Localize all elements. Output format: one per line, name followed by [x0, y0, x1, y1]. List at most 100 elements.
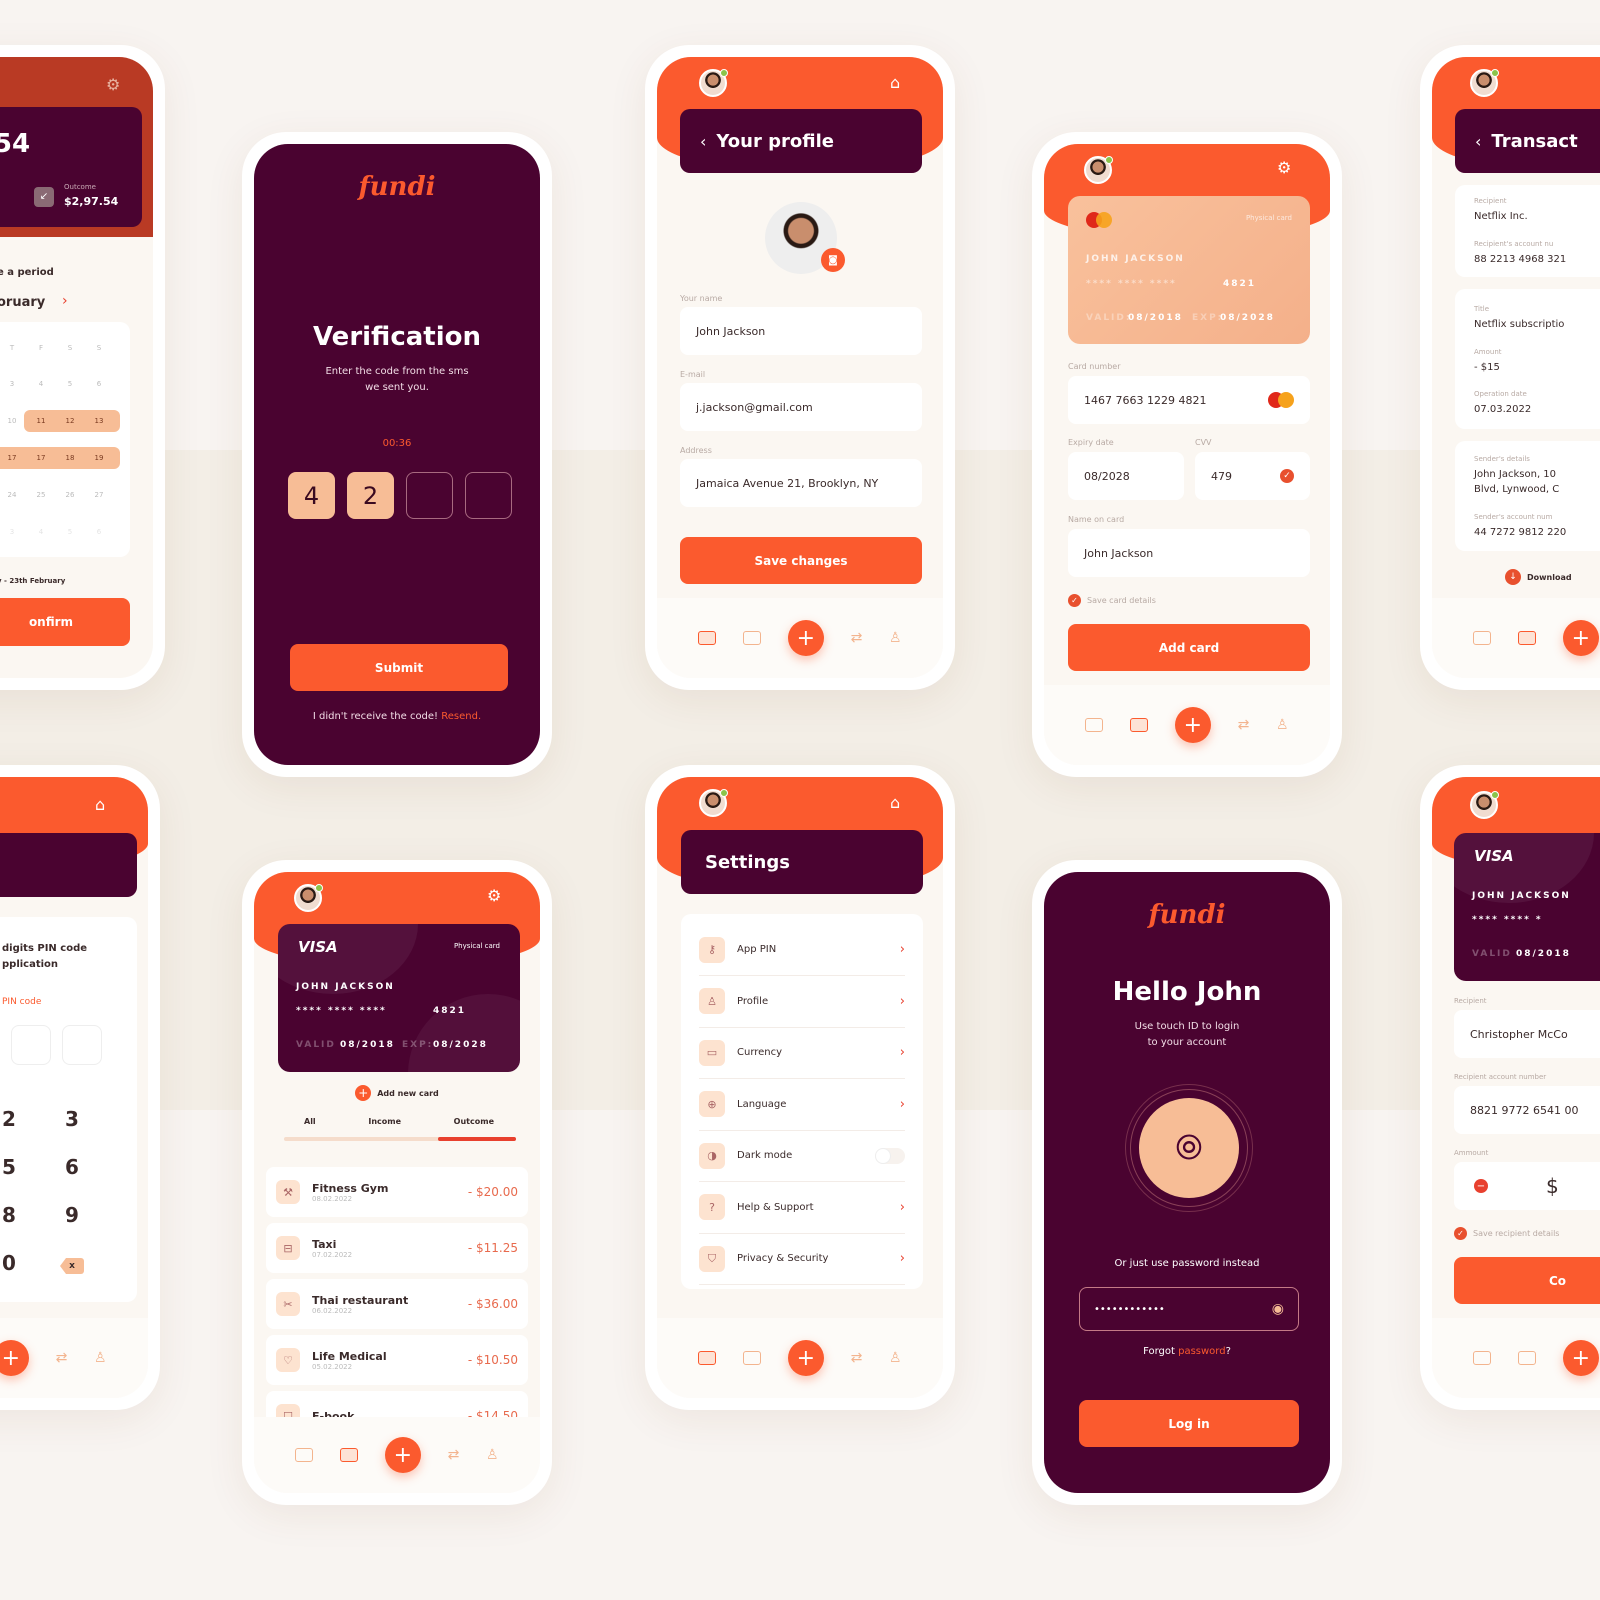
calendar-day[interactable]: 19	[85, 454, 113, 462]
add-button[interactable]: +	[1174, 707, 1211, 743]
avatar[interactable]	[699, 69, 728, 97]
calendar-day[interactable]: 11	[27, 417, 55, 425]
password-input[interactable]: •••••••••••• ◉	[1079, 1287, 1299, 1331]
confirm-button[interactable]: onfirm	[0, 598, 130, 646]
add-button[interactable]: +	[384, 1437, 421, 1473]
home-icon[interactable]: ⌂	[95, 797, 105, 813]
card-icon[interactable]	[743, 631, 762, 645]
back-chevron-icon[interactable]: ‹	[700, 132, 706, 151]
tab-all[interactable]: All	[304, 1117, 316, 1126]
key-5[interactable]: 5	[2, 1155, 16, 1179]
card-icon[interactable]	[1518, 631, 1537, 645]
transfer-icon[interactable]: ⇄	[851, 1350, 863, 1366]
key-6[interactable]: 6	[65, 1155, 79, 1179]
transfer-icon[interactable]: ⇄	[448, 1447, 460, 1463]
download-button[interactable]: ↓ Download	[1505, 569, 1572, 585]
add-new-card-button[interactable]: + Add new card	[254, 1085, 540, 1101]
key-9[interactable]: 9	[65, 1203, 79, 1227]
wallet-icon[interactable]	[1085, 718, 1104, 732]
resend-link[interactable]: Resend.	[441, 711, 481, 722]
calendar-day[interactable]: 17	[0, 454, 26, 462]
visa-card[interactable]: VISA Physical card JOHN JACKSON **** ***…	[278, 924, 520, 1072]
dark-mode-toggle[interactable]	[875, 1147, 905, 1164]
decrease-icon[interactable]: −	[1474, 1179, 1488, 1193]
cvv-input[interactable]: 479 ✓	[1195, 452, 1310, 500]
save-changes-button[interactable]: Save changes	[680, 537, 922, 584]
amount-input[interactable]: − $	[1454, 1162, 1600, 1210]
calendar-day[interactable]: 13	[85, 417, 113, 425]
fingerprint-button[interactable]: ⦾	[1125, 1084, 1253, 1212]
transaction-row[interactable]: ✂ Thai restaurant 06.02.2022- $36.00	[266, 1279, 528, 1329]
avatar[interactable]	[1470, 791, 1499, 819]
eye-icon[interactable]: ◉	[1272, 1301, 1284, 1317]
code-digit-2[interactable]: 2	[347, 472, 394, 519]
calendar-day[interactable]: 5	[56, 528, 84, 536]
address-input[interactable]: Jamaica Avenue 21, Brooklyn, NY	[680, 459, 922, 507]
gear-icon[interactable]: ⚙	[487, 888, 501, 904]
card-icon[interactable]	[743, 1351, 762, 1365]
calendar-day[interactable]: 27	[85, 491, 113, 499]
code-digit-3[interactable]	[406, 472, 453, 519]
calendar-day[interactable]: 4	[27, 528, 55, 536]
key-2[interactable]: 2	[2, 1107, 16, 1131]
login-button[interactable]: Log in	[1079, 1400, 1299, 1447]
calendar-day[interactable]: 25	[27, 491, 55, 499]
user-icon[interactable]: ♙	[1276, 717, 1289, 733]
camera-icon[interactable]: ◙	[821, 248, 845, 272]
save-recipient-checkbox[interactable]: ✓ Save recipient details	[1454, 1227, 1559, 1240]
transfer-icon[interactable]: ⇄	[1238, 717, 1250, 733]
home-icon[interactable]: ⌂	[890, 795, 900, 811]
back-chevron-icon[interactable]: ‹	[1475, 132, 1481, 151]
add-card-button[interactable]: Add card	[1068, 624, 1310, 671]
avatar[interactable]	[294, 884, 323, 912]
calendar-day[interactable]: 24	[0, 491, 26, 499]
card-icon[interactable]	[1130, 718, 1149, 732]
key-3[interactable]: 3	[65, 1107, 79, 1131]
calendar-day[interactable]: 10	[0, 417, 26, 425]
settings-item[interactable]: ? Help & Support ›	[699, 1182, 905, 1234]
calendar-day[interactable]: 12	[56, 417, 84, 425]
key-0[interactable]: 0	[2, 1251, 16, 1275]
settings-item[interactable]: ⊕ Language ›	[699, 1079, 905, 1131]
next-month-chevron-icon[interactable]: ›	[62, 293, 68, 309]
wallet-icon[interactable]	[698, 631, 717, 645]
account-input[interactable]: 8821 9772 6541 00	[1454, 1086, 1600, 1134]
card-icon[interactable]	[1518, 1351, 1537, 1365]
submit-button[interactable]: Submit	[290, 644, 508, 691]
calendar-day[interactable]: 17	[27, 454, 55, 462]
calendar-day[interactable]: 6	[85, 380, 113, 388]
calendar-day[interactable]: 18	[56, 454, 84, 462]
pin-box-3[interactable]	[11, 1025, 51, 1065]
confirm-button[interactable]: Co	[1454, 1257, 1600, 1304]
save-card-checkbox[interactable]: ✓ Save card details	[1068, 594, 1156, 607]
add-button[interactable]: +	[1562, 620, 1599, 656]
user-icon[interactable]: ♙	[889, 630, 902, 646]
email-input[interactable]: j.jackson@gmail.com	[680, 383, 922, 431]
add-button[interactable]: +	[0, 1340, 29, 1376]
calendar-day[interactable]: 6	[85, 528, 113, 536]
name-on-card-input[interactable]: John Jackson	[1068, 529, 1310, 577]
wallet-icon[interactable]	[1473, 1351, 1492, 1365]
card-icon[interactable]	[340, 1448, 359, 1462]
forgot-password-link[interactable]: password	[1178, 1346, 1225, 1357]
expiry-input[interactable]: 08/2028	[1068, 452, 1184, 500]
key-8[interactable]: 8	[2, 1203, 16, 1227]
code-digit-4[interactable]	[465, 472, 512, 519]
wallet-icon[interactable]	[698, 1351, 717, 1365]
transaction-row[interactable]: ♡ Life Medical 05.02.2022- $10.50	[266, 1335, 528, 1385]
wallet-icon[interactable]	[295, 1448, 314, 1462]
card-number-input[interactable]: 1467 7663 1229 4821	[1068, 376, 1310, 424]
visa-card[interactable]: VISA JOHN JACKSON **** **** * VALID 08/2…	[1454, 833, 1600, 981]
gear-icon[interactable]: ⚙	[106, 77, 120, 93]
transfer-icon[interactable]: ⇄	[56, 1350, 68, 1366]
avatar[interactable]	[1470, 69, 1499, 97]
code-digit-1[interactable]: 4	[288, 472, 335, 519]
settings-item[interactable]: ⚷ App PIN ›	[699, 924, 905, 976]
tab-income[interactable]: Income	[368, 1117, 401, 1126]
add-button[interactable]: +	[787, 620, 824, 656]
settings-item[interactable]: ◑ Dark mode	[699, 1130, 905, 1182]
pin-box-4[interactable]	[62, 1025, 102, 1065]
name-input[interactable]: John Jackson	[680, 307, 922, 355]
add-button[interactable]: +	[787, 1340, 824, 1376]
settings-item[interactable]: ▭ Currency ›	[699, 1027, 905, 1079]
